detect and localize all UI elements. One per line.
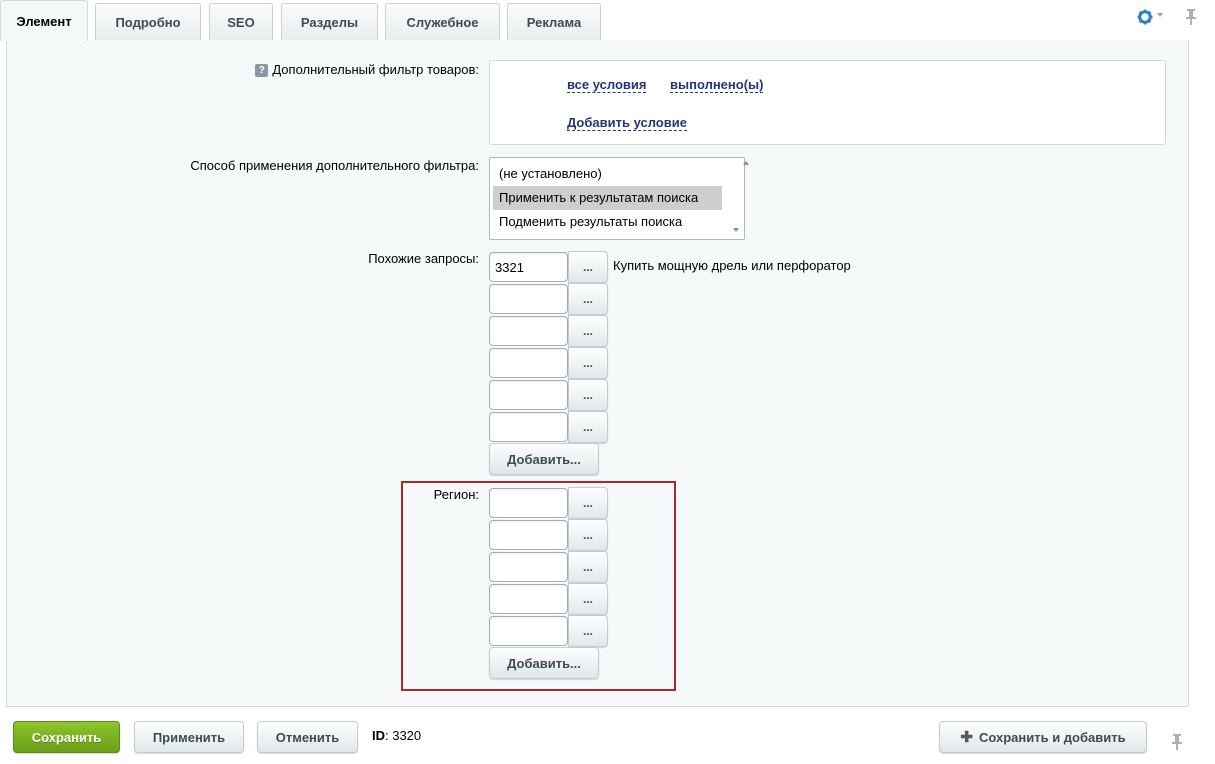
region-input[interactable]	[489, 616, 568, 646]
filter-conditions-box: все условия выполнено(ы) Добавить услови…	[489, 60, 1166, 145]
tab-advertising[interactable]: Реклама	[507, 3, 601, 40]
region-add-button[interactable]: Добавить...	[489, 647, 599, 679]
region-browse-button[interactable]: ...	[568, 583, 608, 615]
similar-query-input[interactable]	[489, 380, 568, 410]
apply-button[interactable]: Применить	[134, 721, 244, 753]
id-label: ID	[372, 728, 385, 743]
tab-sections[interactable]: Разделы	[281, 3, 378, 40]
similar-query-browse-button[interactable]: ...	[568, 411, 608, 443]
region-input[interactable]	[489, 584, 568, 614]
filter-label-text: Дополнительный фильтр товаров:	[272, 62, 479, 77]
region-browse-button[interactable]: ...	[568, 519, 608, 551]
region-input[interactable]	[489, 520, 568, 550]
apply-method-option[interactable]: Подменить результаты поиска	[493, 210, 722, 234]
similar-query-input[interactable]	[489, 252, 568, 282]
region-browse-button[interactable]: ...	[568, 487, 608, 519]
region-browse-button[interactable]: ...	[568, 551, 608, 583]
tab-service[interactable]: Служебное	[385, 3, 500, 40]
similar-query-input[interactable]	[489, 316, 568, 346]
pin-icon[interactable]	[1184, 8, 1198, 26]
save-and-add-label: Сохранить и добавить	[978, 729, 1126, 745]
region-input[interactable]	[489, 552, 568, 582]
tab-seo[interactable]: SEO	[209, 3, 273, 40]
similar-add-button[interactable]: Добавить...	[489, 443, 599, 475]
apply-method-select[interactable]: (не установлено) Применить к результатам…	[489, 157, 745, 240]
all-conditions-link[interactable]: все условия	[567, 77, 647, 93]
chevron-down-icon[interactable]	[1157, 13, 1163, 17]
filter-label: ? Дополнительный фильтр товаров:	[255, 62, 479, 77]
similar-query-browse-button[interactable]: ...	[568, 347, 608, 379]
similar-query-text: Купить мощную дрель или перфоратор	[613, 258, 851, 273]
save-and-add-button[interactable]: ✚ Сохранить и добавить	[939, 721, 1147, 753]
gear-icon[interactable]	[1137, 9, 1153, 25]
similar-query-input[interactable]	[489, 348, 568, 378]
apply-method-option-selected[interactable]: Применить к результатам поиска	[493, 186, 722, 210]
region-browse-button[interactable]: ...	[568, 615, 608, 647]
similar-query-browse-button[interactable]: ...	[568, 315, 608, 347]
similar-query-input[interactable]	[489, 284, 568, 314]
id-value: : 3320	[385, 728, 422, 743]
help-icon[interactable]: ?	[255, 64, 269, 77]
scroll-up-icon[interactable]	[743, 161, 749, 165]
fulfilled-link[interactable]: выполнено(ы)	[670, 77, 764, 93]
add-condition-link[interactable]: Добавить условие	[567, 115, 687, 131]
apply-method-option[interactable]: (не установлено)	[493, 162, 722, 186]
tab-element[interactable]: Элемент	[0, 0, 88, 41]
cancel-button[interactable]: Отменить	[257, 721, 358, 753]
tab-bar: Элемент Подробно SEO Разделы Служебное Р…	[0, 0, 1215, 41]
region-input[interactable]	[489, 488, 568, 518]
similar-query-input[interactable]	[489, 412, 568, 442]
apply-method-label: Способ применения дополнительного фильтр…	[190, 158, 479, 173]
region-label: Регион:	[433, 487, 479, 502]
scrollbar[interactable]	[1189, 40, 1215, 707]
similar-query-browse-button[interactable]: ...	[568, 379, 608, 411]
similar-query-browse-button[interactable]: ...	[568, 283, 608, 315]
scroll-down-icon[interactable]	[733, 228, 739, 232]
pin-icon[interactable]	[1170, 733, 1184, 751]
save-button[interactable]: Сохранить	[13, 721, 120, 753]
similar-queries-label: Похожие запросы:	[368, 251, 479, 266]
similar-query-browse-button[interactable]: ...	[568, 251, 608, 283]
element-id: ID: 3320	[372, 728, 421, 743]
plus-icon: ✚	[960, 729, 973, 746]
tab-details[interactable]: Подробно	[95, 3, 201, 40]
